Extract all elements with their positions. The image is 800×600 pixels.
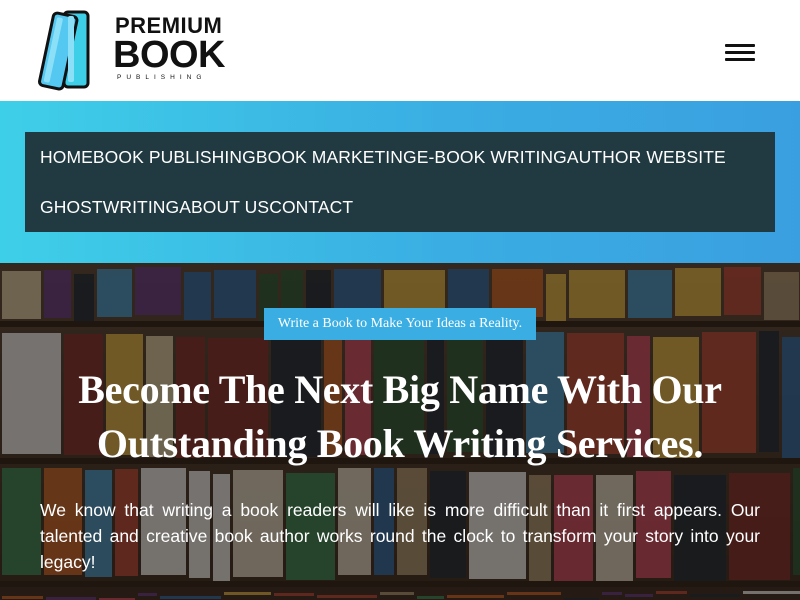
book-logo-icon <box>38 10 90 91</box>
nav-item-author-website[interactable]: AUTHOR WEBSITE <box>567 147 726 168</box>
nav-item-ghostwriting[interactable]: GHOSTWRITING <box>40 197 179 218</box>
brand-logo[interactable]: PREMIUM BOOK PUBLISHING <box>38 10 228 92</box>
hamburger-menu-icon[interactable] <box>723 40 757 64</box>
nav-item-book-marketing[interactable]: BOOK MARKETING <box>256 147 417 168</box>
main-nav: HOME BOOK PUBLISHING BOOK MARKETING E-BO… <box>25 132 775 232</box>
nav-item-ebook-writing[interactable]: E-BOOK WRITING <box>417 147 567 168</box>
nav-band: HOME BOOK PUBLISHING BOOK MARKETING E-BO… <box>0 101 800 263</box>
hero-description: We know that writing a book readers will… <box>40 500 760 572</box>
hero-title-line-2: Outstanding Book Writing Services. <box>96 421 704 466</box>
site-header: PREMIUM BOOK PUBLISHING <box>0 0 800 100</box>
hero-title-line-1: Become The Next Big Name With Our <box>78 367 722 412</box>
nav-row-2: GHOSTWRITING ABOUT US CONTACT <box>40 182 760 232</box>
nav-item-about-us[interactable]: ABOUT US <box>179 197 269 218</box>
nav-row-1: HOME BOOK PUBLISHING BOOK MARKETING E-BO… <box>40 132 760 182</box>
hamburger-line <box>725 44 755 47</box>
brand-book-text: BOOK <box>113 34 226 76</box>
hamburger-line <box>725 58 755 61</box>
hero-tagline: Write a Book to Make Your Ideas a Realit… <box>264 308 536 340</box>
hero-title: Become The Next Big Name With Our Outsta… <box>20 363 780 471</box>
nav-item-home[interactable]: HOME <box>40 147 93 168</box>
nav-item-book-publishing[interactable]: BOOK PUBLISHING <box>93 147 256 168</box>
brand-publishing-text: PUBLISHING <box>117 74 207 81</box>
nav-item-contact[interactable]: CONTACT <box>269 197 353 218</box>
hamburger-line <box>725 51 755 54</box>
hero-section: Write a Book to Make Your Ideas a Realit… <box>0 263 800 600</box>
